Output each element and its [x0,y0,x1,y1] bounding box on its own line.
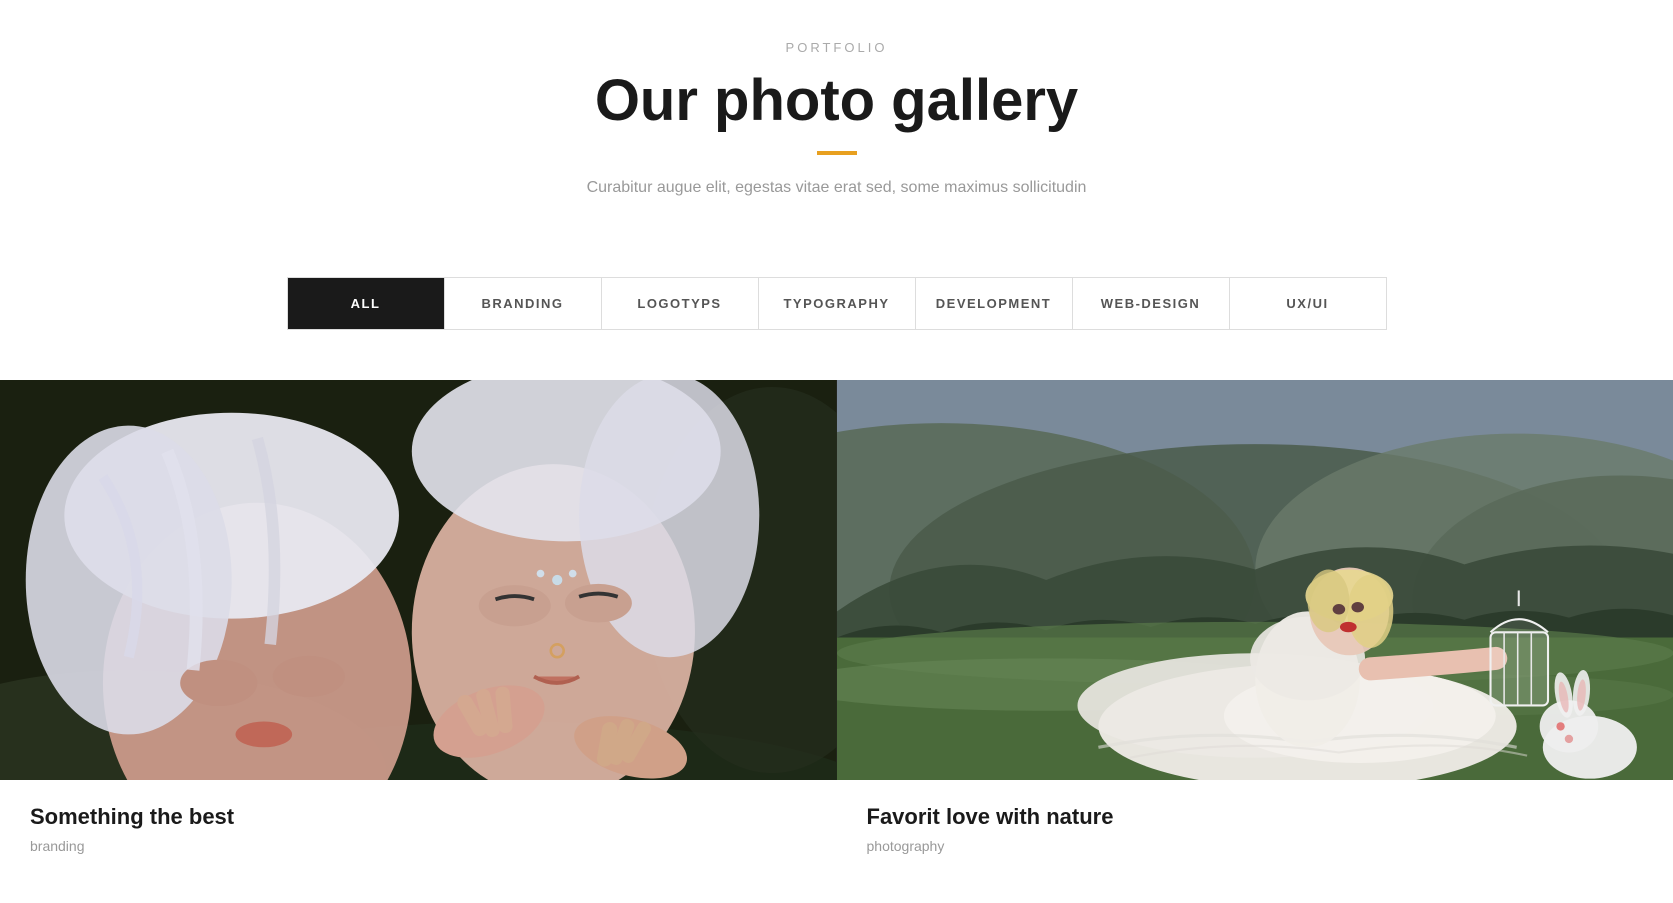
gallery-image-container-2 [837,380,1673,780]
gallery-image-right [837,380,1673,780]
tab-development[interactable]: DEVELOPMENT [916,278,1073,329]
gallery-grid: Something the best branding [0,380,1673,874]
tab-branding[interactable]: BRANDING [445,278,602,329]
tab-all[interactable]: ALL [288,278,445,329]
gallery-item-title-2: Favorit love with nature [867,804,1644,830]
gallery-caption-2: Favorit love with nature photography [837,780,1673,874]
gallery-subtitle: Curabitur augue elit, egestas vitae erat… [20,179,1653,197]
portfolio-label: PORTFOLIO [20,40,1653,55]
gallery-item-1[interactable]: Something the best branding [0,380,837,874]
gallery-image-container-1 [0,380,837,780]
gallery-caption-1: Something the best branding [0,780,837,874]
gallery-item-title-1: Something the best [30,804,807,830]
tab-typography[interactable]: TYPOGRAPHY [759,278,916,329]
filter-tabs: ALL BRANDING LOGOTYPS TYPOGRAPHY DEVELOP… [287,277,1387,330]
gallery-item-2[interactable]: Favorit love with nature photography [837,380,1673,874]
tab-logotyps[interactable]: LOGOTYPS [602,278,759,329]
page-wrapper: PORTFOLIO Our photo gallery Curabitur au… [0,0,1673,874]
title-underline [817,151,857,155]
header-section: PORTFOLIO Our photo gallery Curabitur au… [0,0,1673,237]
gallery-title: Our photo gallery [20,69,1653,133]
gallery-item-category-2: photography [867,838,1644,854]
gallery-image-left [0,380,837,780]
tab-ux-ui[interactable]: UX/UI [1230,278,1386,329]
tab-web-design[interactable]: WEB-DESIGN [1073,278,1230,329]
gallery-item-category-1: branding [30,838,807,854]
